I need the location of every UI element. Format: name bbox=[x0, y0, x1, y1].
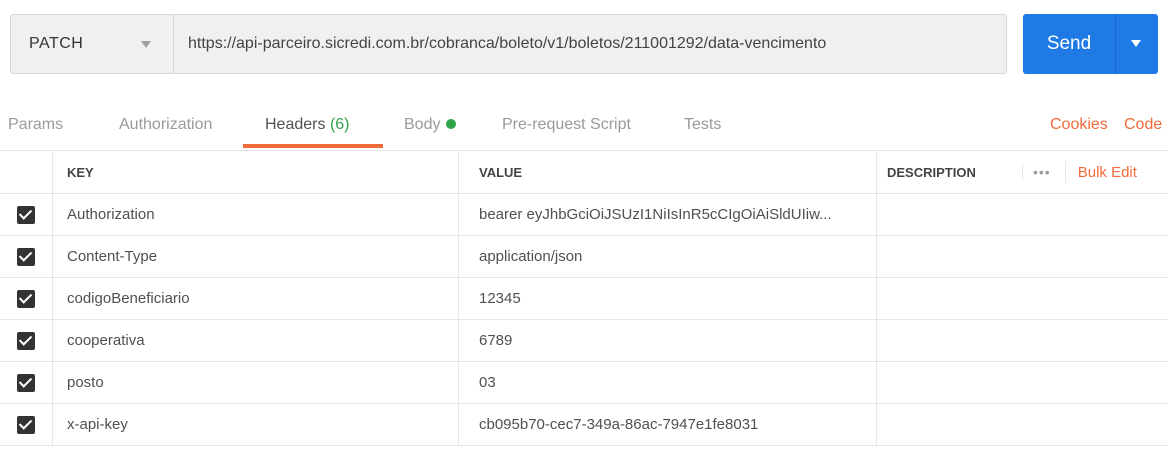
header-value-cell[interactable]: 03 bbox=[458, 362, 876, 403]
method-select[interactable]: PATCH bbox=[10, 14, 173, 74]
column-header-key: KEY bbox=[52, 151, 458, 193]
table-header-actions: ••• Bulk Edit bbox=[1022, 151, 1137, 193]
more-options-icon[interactable]: ••• bbox=[1022, 164, 1061, 180]
row-checkbox-cell bbox=[0, 236, 52, 277]
header-description-cell[interactable] bbox=[876, 278, 1168, 319]
header-description-cell[interactable] bbox=[876, 194, 1168, 235]
send-group: Send bbox=[1023, 14, 1158, 74]
tab-headers-count: (6) bbox=[329, 116, 350, 133]
chevron-down-icon bbox=[141, 41, 151, 48]
tab-headers[interactable]: Headers (6) bbox=[265, 116, 350, 134]
header-check-column bbox=[0, 151, 52, 193]
cookies-link[interactable]: Cookies bbox=[1050, 116, 1108, 134]
tab-params[interactable]: Params bbox=[8, 116, 63, 134]
bulk-edit-link[interactable]: Bulk Edit bbox=[1066, 164, 1137, 181]
table-header-row: KEY VALUE DESCRIPTION ••• Bulk Edit bbox=[0, 150, 1168, 194]
header-key-cell[interactable]: codigoBeneficiario bbox=[52, 278, 458, 319]
header-value-cell[interactable]: 6789 bbox=[458, 320, 876, 361]
headers-table: KEY VALUE DESCRIPTION ••• Bulk Edit Auth… bbox=[0, 150, 1168, 446]
row-checkbox-cell bbox=[0, 404, 52, 445]
tab-body[interactable]: Body bbox=[404, 116, 457, 134]
tab-pre-request-script[interactable]: Pre-request Script bbox=[502, 116, 631, 134]
header-key-cell[interactable]: x-api-key bbox=[52, 404, 458, 445]
header-key-cell[interactable]: cooperativa bbox=[52, 320, 458, 361]
header-value-cell[interactable]: cb095b70-cec7-349a-86ac-7947e1fe8031 bbox=[458, 404, 876, 445]
checkbox-checked-icon[interactable] bbox=[17, 331, 35, 350]
table-row: cooperativa 6789 bbox=[0, 320, 1168, 362]
header-value-cell[interactable]: bearer eyJhbGciOiJSUzI1NiIsInR5cCIgOiAiS… bbox=[458, 194, 876, 235]
chevron-down-icon bbox=[1131, 40, 1141, 47]
header-key-cell[interactable]: posto bbox=[52, 362, 458, 403]
checkbox-checked-icon[interactable] bbox=[17, 289, 35, 308]
header-key-cell[interactable]: Authorization bbox=[52, 194, 458, 235]
row-checkbox-cell bbox=[0, 362, 52, 403]
table-row: Content-Type application/json bbox=[0, 236, 1168, 278]
code-link[interactable]: Code bbox=[1124, 116, 1162, 134]
tab-authorization[interactable]: Authorization bbox=[119, 116, 212, 134]
send-button[interactable]: Send bbox=[1023, 14, 1115, 74]
header-value-cell[interactable]: 12345 bbox=[458, 278, 876, 319]
send-options-button[interactable] bbox=[1116, 14, 1158, 74]
checkbox-checked-icon[interactable] bbox=[17, 247, 35, 266]
row-checkbox-cell bbox=[0, 320, 52, 361]
table-row: Authorization bearer eyJhbGciOiJSUzI1NiI… bbox=[0, 194, 1168, 236]
table-row: codigoBeneficiario 12345 bbox=[0, 278, 1168, 320]
table-row: posto 03 bbox=[0, 362, 1168, 404]
method-label: PATCH bbox=[29, 35, 84, 52]
header-description-cell[interactable] bbox=[876, 362, 1168, 403]
url-input[interactable]: https://api-parceiro.sicredi.com.br/cobr… bbox=[173, 14, 1007, 74]
request-tabs: Params Authorization Headers (6) Body Pr… bbox=[0, 100, 1168, 150]
header-description-cell[interactable] bbox=[876, 320, 1168, 361]
tab-headers-label: Headers bbox=[265, 116, 326, 133]
request-bar: PATCH https://api-parceiro.sicredi.com.b… bbox=[10, 14, 1158, 74]
table-row: x-api-key cb095b70-cec7-349a-86ac-7947e1… bbox=[0, 404, 1168, 446]
header-value-cell[interactable]: application/json bbox=[458, 236, 876, 277]
active-tab-indicator bbox=[243, 144, 383, 148]
header-description-cell[interactable] bbox=[876, 404, 1168, 445]
tab-tests[interactable]: Tests bbox=[684, 116, 721, 134]
row-checkbox-cell bbox=[0, 278, 52, 319]
checkbox-checked-icon[interactable] bbox=[17, 373, 35, 392]
column-header-value: VALUE bbox=[458, 151, 876, 193]
header-description-cell[interactable] bbox=[876, 236, 1168, 277]
row-checkbox-cell bbox=[0, 194, 52, 235]
checkbox-checked-icon[interactable] bbox=[17, 205, 35, 224]
checkbox-checked-icon[interactable] bbox=[17, 415, 35, 434]
header-key-cell[interactable]: Content-Type bbox=[52, 236, 458, 277]
body-indicator-dot bbox=[446, 119, 457, 129]
tab-body-label: Body bbox=[404, 116, 441, 133]
